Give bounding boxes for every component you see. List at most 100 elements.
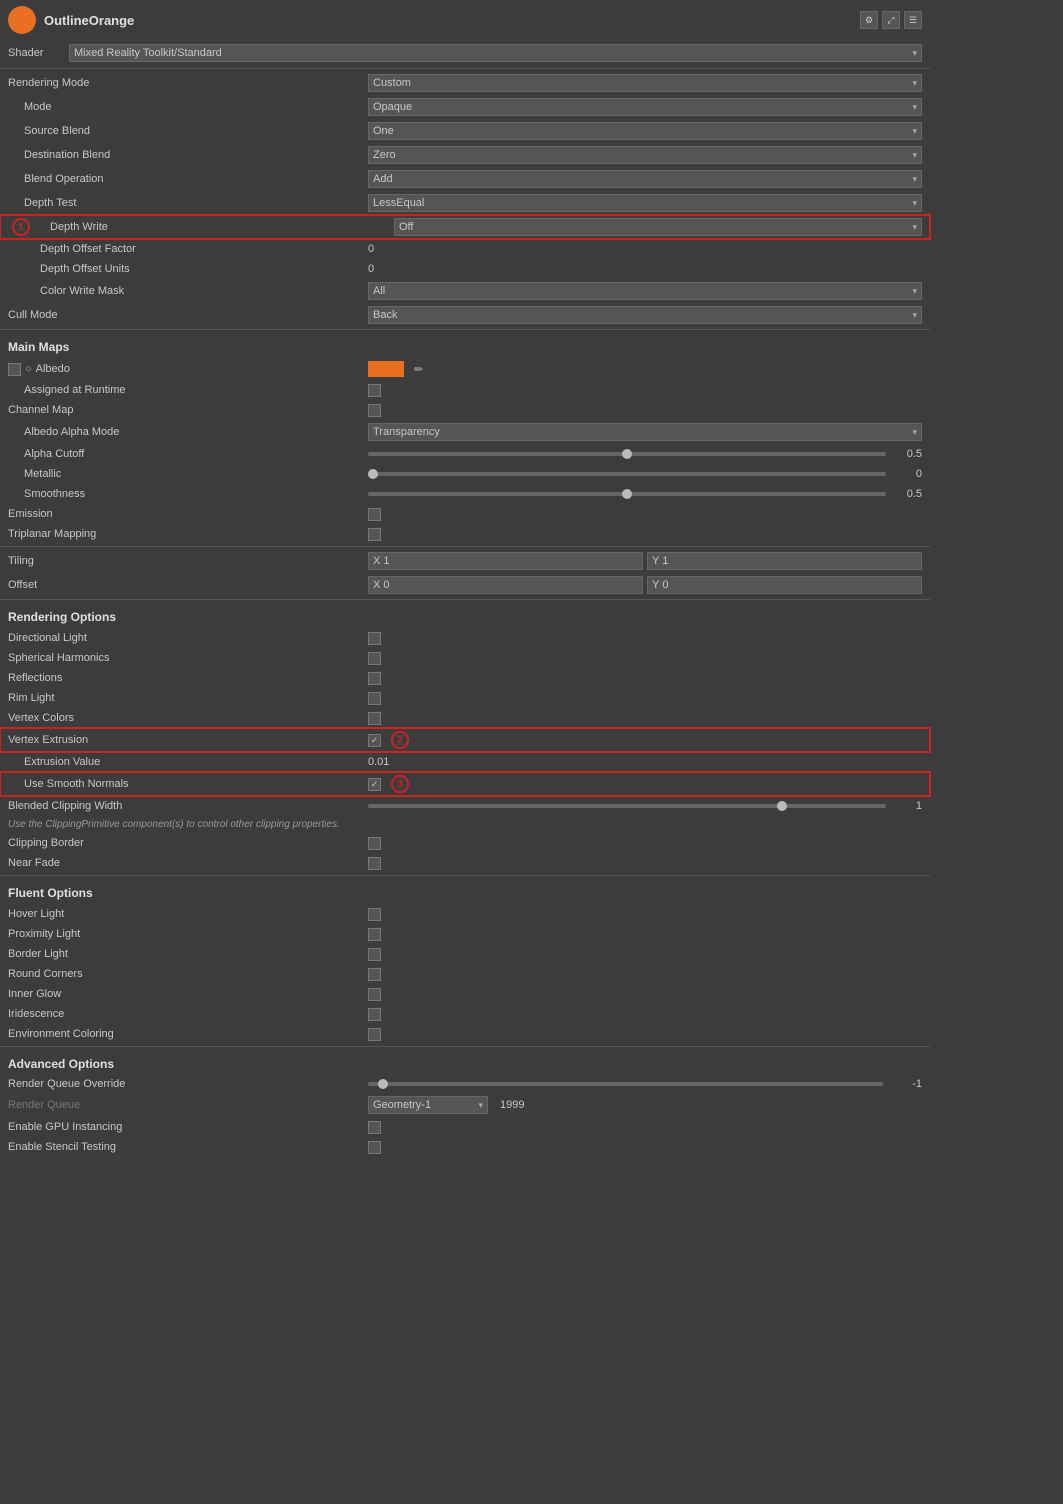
round-corners-checkbox[interactable] — [368, 968, 381, 981]
spherical-harmonics-checkbox[interactable] — [368, 652, 381, 665]
albedo-color-swatch[interactable] — [368, 361, 404, 377]
gpu-instancing-checkbox[interactable] — [368, 1121, 381, 1134]
clipping-border-checkbox[interactable] — [368, 837, 381, 850]
menu-icon[interactable]: ☰ — [904, 11, 922, 29]
destination-blend-row: Destination Blend Zero ▾ — [0, 143, 930, 167]
environment-coloring-checkbox[interactable] — [368, 1028, 381, 1041]
assigned-runtime-checkbox[interactable] — [368, 384, 381, 397]
render-queue-dropdown[interactable]: Geometry-1 ▾ — [368, 1096, 488, 1114]
reflections-checkbox[interactable] — [368, 672, 381, 685]
rendering-mode-value[interactable]: Custom ▾ — [368, 74, 922, 92]
chevron-down-icon: ▾ — [912, 427, 917, 438]
depth-offset-units-label: Depth Offset Units — [8, 263, 368, 275]
alpha-cutoff-slider[interactable]: 0.5 — [368, 448, 922, 460]
render-queue-slider-area: -1 — [368, 1078, 922, 1090]
color-write-mask-row: Color Write Mask All ▾ — [0, 279, 930, 303]
offset-y-field[interactable]: Y 0 — [647, 576, 922, 594]
chevron-down-icon: ▾ — [912, 174, 917, 185]
render-queue-slider[interactable] — [368, 1082, 883, 1086]
assigned-runtime-row: Assigned at Runtime — [0, 380, 930, 400]
expand-icon[interactable]: ⤢ — [882, 11, 900, 29]
directional-light-row: Directional Light — [0, 628, 930, 648]
offset-label: Offset — [8, 579, 368, 591]
chevron-down-icon: ▾ — [912, 222, 917, 233]
iridescence-row: Iridescence — [0, 1004, 930, 1024]
border-light-checkbox[interactable] — [368, 948, 381, 961]
smoothness-slider[interactable]: 0.5 — [368, 488, 922, 500]
render-queue-override-label: Render Queue Override — [8, 1078, 368, 1090]
directional-light-checkbox[interactable] — [368, 632, 381, 645]
metallic-slider[interactable]: 0 — [368, 468, 922, 480]
clipping-border-label: Clipping Border — [8, 837, 368, 849]
hover-light-row: Hover Light — [0, 904, 930, 924]
albedo-checkbox[interactable] — [8, 363, 21, 376]
use-smooth-normals-row: Use Smooth Normals ✓ 3 — [0, 772, 930, 796]
render-queue-label: Render Queue — [8, 1099, 368, 1111]
render-queue-override-value: -1 — [887, 1078, 922, 1090]
smoothness-label: Smoothness — [8, 488, 368, 500]
depth-offset-factor-value: 0 — [368, 243, 922, 255]
shader-dropdown[interactable]: Mixed Reality Toolkit/Standard ▾ — [69, 44, 922, 62]
cull-mode-dropdown[interactable]: Back ▾ — [368, 306, 922, 324]
use-smooth-normals-checkbox[interactable]: ✓ — [368, 778, 381, 791]
stencil-testing-checkbox[interactable] — [368, 1141, 381, 1154]
blend-operation-dropdown[interactable]: Add ▾ — [368, 170, 922, 188]
environment-coloring-label: Environment Coloring — [8, 1028, 368, 1040]
cull-mode-label: Cull Mode — [8, 309, 368, 321]
settings-icon[interactable]: ⚙ — [860, 11, 878, 29]
mode-dropdown[interactable]: Opaque ▾ — [368, 98, 922, 116]
rim-light-checkbox[interactable] — [368, 692, 381, 705]
source-blend-label: Source Blend — [8, 125, 368, 137]
advanced-options-section: Advanced Options — [0, 1049, 930, 1075]
annotation-3: 3 — [391, 775, 409, 793]
material-title: OutlineOrange — [44, 13, 852, 28]
directional-light-label: Directional Light — [8, 632, 368, 644]
inner-glow-checkbox[interactable] — [368, 988, 381, 1001]
offset-x-field[interactable]: X 0 — [368, 576, 643, 594]
albedo-row: ○ Albedo ✏ — [0, 358, 930, 380]
round-corners-row: Round Corners — [0, 964, 930, 984]
iridescence-label: Iridescence — [8, 1008, 368, 1020]
depth-write-label: Depth Write — [34, 221, 394, 233]
destination-blend-dropdown[interactable]: Zero ▾ — [368, 146, 922, 164]
vertex-colors-checkbox[interactable] — [368, 712, 381, 725]
environment-coloring-row: Environment Coloring — [0, 1024, 930, 1044]
proximity-light-row: Proximity Light — [0, 924, 930, 944]
hover-light-checkbox[interactable] — [368, 908, 381, 921]
clipping-info: Use the ClippingPrimitive component(s) t… — [0, 816, 930, 833]
albedo-circle-icon: ○ — [25, 363, 32, 375]
assigned-runtime-label: Assigned at Runtime — [8, 384, 368, 396]
near-fade-label: Near Fade — [8, 857, 368, 869]
color-write-mask-dropdown[interactable]: All ▾ — [368, 282, 922, 300]
vertex-extrusion-checkbox[interactable]: ✓ — [368, 734, 381, 747]
emission-row: Emission — [0, 504, 930, 524]
edit-icon[interactable]: ✏ — [414, 363, 423, 376]
emission-checkbox[interactable] — [368, 508, 381, 521]
depth-write-dropdown[interactable]: Off ▾ — [394, 218, 922, 236]
rendering-mode-dropdown[interactable]: Custom ▾ — [368, 74, 922, 92]
chevron-down-icon: ▾ — [912, 310, 917, 321]
depth-test-dropdown[interactable]: LessEqual ▾ — [368, 194, 922, 212]
tiling-y-field[interactable]: Y 1 — [647, 552, 922, 570]
albedo-alpha-mode-dropdown[interactable]: Transparency ▾ — [368, 423, 922, 441]
depth-offset-units-row: Depth Offset Units 0 — [0, 259, 930, 279]
near-fade-checkbox[interactable] — [368, 857, 381, 870]
annotation-1: 1 — [12, 218, 30, 236]
blended-clipping-width-label: Blended Clipping Width — [8, 800, 368, 812]
channel-map-checkbox[interactable] — [368, 404, 381, 417]
slider-thumb — [777, 801, 787, 811]
stencil-testing-label: Enable Stencil Testing — [8, 1141, 368, 1153]
blended-clipping-slider[interactable]: 1 — [368, 800, 922, 812]
proximity-light-checkbox[interactable] — [368, 928, 381, 941]
inner-glow-row: Inner Glow — [0, 984, 930, 1004]
mode-row: Mode Opaque ▾ — [0, 95, 930, 119]
triplanar-mapping-checkbox[interactable] — [368, 528, 381, 541]
annotation-2: 2 — [391, 731, 409, 749]
source-blend-dropdown[interactable]: One ▾ — [368, 122, 922, 140]
color-write-mask-label: Color Write Mask — [8, 285, 368, 297]
tiling-x-field[interactable]: X 1 — [368, 552, 643, 570]
alpha-cutoff-label: Alpha Cutoff — [8, 448, 368, 460]
iridescence-checkbox[interactable] — [368, 1008, 381, 1021]
rendering-options-section: Rendering Options — [0, 602, 930, 628]
triplanar-mapping-row: Triplanar Mapping — [0, 524, 930, 544]
